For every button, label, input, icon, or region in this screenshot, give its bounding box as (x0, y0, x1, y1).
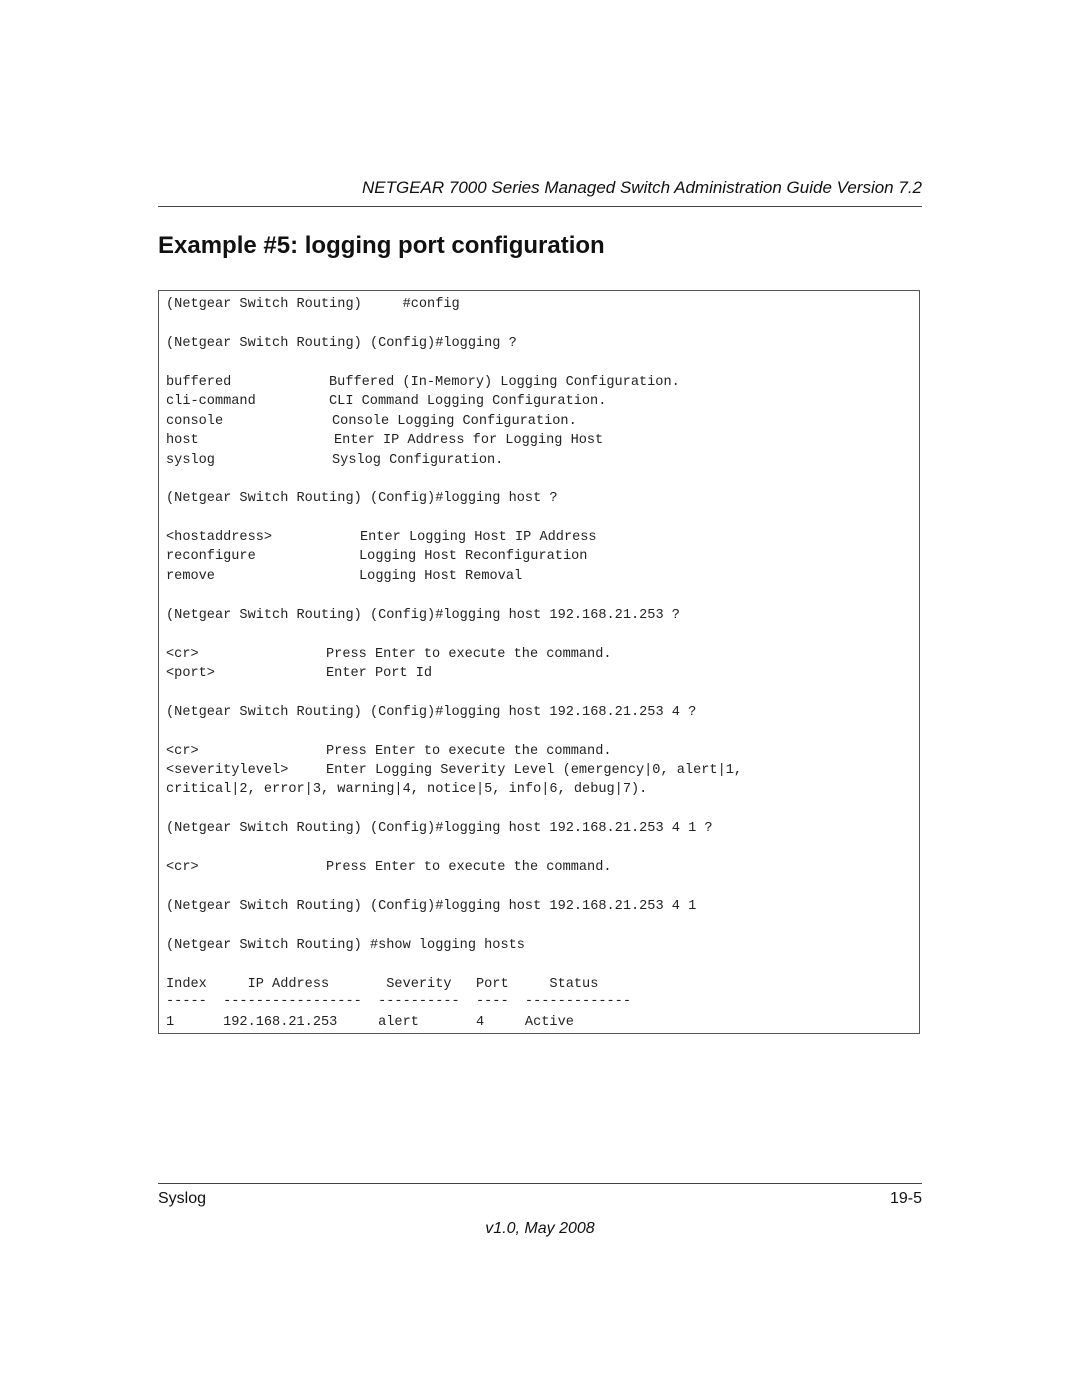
cli-command: (Netgear Switch Routing) (Config)#loggin… (166, 336, 517, 351)
option-row: host Enter IP Address for Logging Host (166, 433, 603, 448)
footer-chapter: Syslog (158, 1190, 207, 1207)
option-desc: Press Enter to execute the command. (326, 647, 612, 662)
option-key: cli-command (166, 394, 256, 409)
option-desc: Enter IP Address for Logging Host (334, 433, 604, 448)
option-row: buffered Buffered (In-Memory) Logging Con… (166, 375, 680, 390)
option-desc: Press Enter to execute the command. (326, 744, 612, 759)
option-row: <cr> Press Enter to execute the command. (166, 647, 612, 662)
option-desc: Logging Host Reconfiguration (359, 549, 588, 564)
option-row: remove Logging Host Removal (166, 569, 522, 584)
option-key: reconfigure (166, 549, 256, 564)
cli-command: (Netgear Switch Routing) (Config)#loggin… (166, 821, 713, 836)
option-desc: Syslog Configuration. (332, 453, 504, 468)
option-key: <cr> (166, 744, 199, 759)
footer-page-number: 19-5 (889, 1190, 922, 1207)
cli-command: (Netgear Switch Routing) (Config)#loggin… (166, 705, 697, 720)
option-row: console Console Logging Configuration. (166, 414, 577, 429)
running-header: NETGEAR 7000 Series Managed Switch Admin… (158, 178, 922, 207)
option-desc: Enter Logging Host IP Address (360, 530, 597, 545)
option-key: <severitylevel> (166, 763, 289, 778)
cli-command: (Netgear Switch Routing) #config (166, 297, 460, 312)
option-desc: Press Enter to execute the command. (326, 860, 612, 875)
option-key: syslog (166, 453, 215, 468)
option-desc: Enter Logging Severity Level (emergency|… (326, 763, 743, 778)
cli-command: (Netgear Switch Routing) #show logging h… (166, 938, 525, 953)
table-separator: ----- ----------------- ---------- ---- … (166, 994, 631, 1009)
option-key: buffered (166, 375, 232, 390)
option-key: <cr> (166, 860, 199, 875)
table-row: 1 192.168.21.253 alert 4 Active (166, 1015, 574, 1030)
option-desc: Buffered (In-Memory) Logging Configurati… (329, 375, 680, 390)
option-desc: Logging Host Removal (359, 569, 523, 584)
cli-command: (Netgear Switch Routing) (Config)#loggin… (166, 608, 680, 623)
table-header: Index IP Address Severity Port Status (166, 977, 599, 992)
option-row: <severitylevel> Enter Logging Severity Le… (166, 763, 742, 778)
option-key: console (166, 414, 224, 429)
option-desc: Enter Port Id (326, 666, 433, 681)
option-desc: CLI Command Logging Configuration. (329, 394, 607, 409)
option-row: <port> Enter Port Id (166, 666, 432, 681)
option-continuation: critical|2, error|3, warning|4, notice|5… (166, 782, 648, 797)
option-key: host (166, 433, 199, 448)
option-row: syslog Syslog Configuration. (166, 453, 503, 468)
option-key: <cr> (166, 647, 199, 662)
option-key: remove (166, 569, 215, 584)
option-row: <hostaddress> Enter Logging Host IP Addre… (166, 530, 597, 545)
option-desc: Console Logging Configuration. (332, 414, 577, 429)
page-footer: Syslog 19-5 (158, 1183, 922, 1207)
section-title: Example #5: logging port configuration (158, 232, 605, 259)
cli-code-block: (Netgear Switch Routing) #config (Netgea… (158, 290, 920, 1034)
option-key: <port> (166, 666, 215, 681)
cli-command: (Netgear Switch Routing) (Config)#loggin… (166, 899, 697, 914)
footer-version: v1.0, May 2008 (485, 1220, 595, 1237)
option-key: <hostaddress> (166, 530, 273, 545)
option-row: <cr> Press Enter to execute the command. (166, 860, 612, 875)
option-row: reconfigure Logging Host Reconfiguration (166, 549, 587, 564)
option-row: <cr> Press Enter to execute the command. (166, 744, 612, 759)
option-row: cli-command CLI Command Logging Configura… (166, 394, 606, 409)
cli-command: (Netgear Switch Routing) (Config)#loggin… (166, 491, 558, 506)
